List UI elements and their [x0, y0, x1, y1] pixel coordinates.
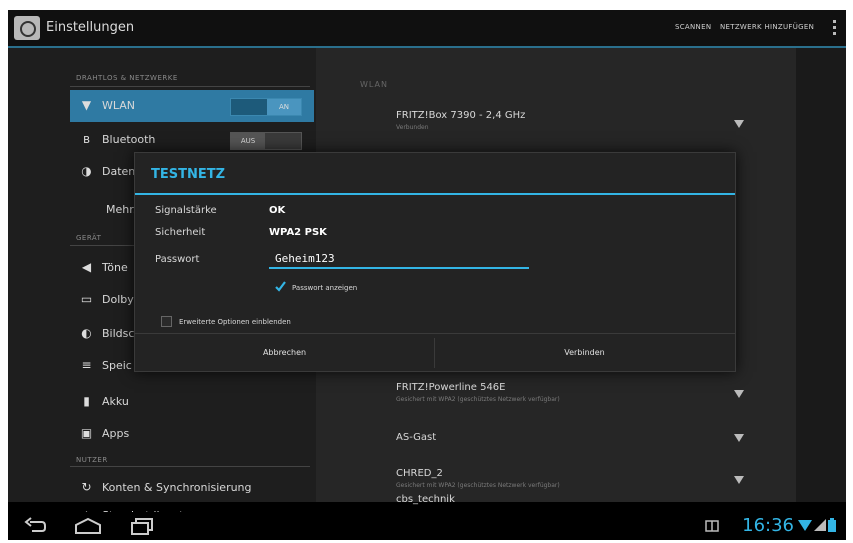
- apps-icon: ▣: [80, 426, 93, 440]
- sidebar-item-label: Akku: [102, 395, 129, 408]
- sound-icon: ◀: [81, 260, 92, 274]
- sidebar-item-label: WLAN: [102, 99, 136, 112]
- app-title: Einstellungen: [46, 20, 135, 35]
- network-name: FRITZ!Box 7390 - 2,4 GHz: [396, 110, 526, 121]
- sidebar-item-label: Dolby: [102, 293, 134, 306]
- settings-app-icon[interactable]: [14, 16, 40, 40]
- display-icon: ◐: [81, 326, 92, 340]
- network-name: AS-Gast: [396, 432, 437, 443]
- wifi-lock-icon: [734, 476, 744, 484]
- sidebar-item-label: Konten & Synchronisierung: [102, 481, 252, 494]
- network-name: FRITZ!Powerline 546E: [396, 382, 506, 393]
- section-device: GERÄT: [76, 234, 102, 242]
- sidebar-item-label: Bluetooth: [102, 133, 156, 146]
- network-item[interactable]: AS-Gast: [396, 432, 746, 443]
- security-label: Sicherheit: [155, 227, 206, 238]
- toggle-label: AN: [267, 99, 301, 115]
- wlan-toggle[interactable]: AN: [230, 98, 302, 116]
- storage-icon: ≡: [81, 358, 92, 372]
- dolby-icon: ▭: [80, 292, 93, 306]
- network-name: CHRED_2: [396, 468, 443, 479]
- toggle-label: AUS: [231, 133, 265, 149]
- wifi-lock-icon: [734, 120, 744, 128]
- dialog-title-divider: [135, 193, 735, 195]
- connect-button[interactable]: Verbinden: [435, 334, 734, 372]
- cancel-button[interactable]: Abbrechen: [135, 334, 434, 372]
- network-status: Gesichert mit WPA2 (geschütztes Netzwerk…: [396, 482, 560, 489]
- wifi-icon: [734, 434, 744, 442]
- wifi-lock-icon: [734, 390, 744, 398]
- screenshot-icon: [705, 520, 719, 532]
- action-bar: Einstellungen SCANNEN NETZWERK HINZUFÜGE…: [8, 10, 846, 48]
- recent-apps-icon[interactable]: [130, 517, 154, 535]
- dialog-title: TESTNETZ: [151, 167, 226, 182]
- sidebar-item-label: Töne: [102, 261, 128, 274]
- bluetooth-toggle[interactable]: AUS: [230, 132, 302, 150]
- scan-button[interactable]: SCANNEN: [675, 23, 711, 31]
- wifi-icon: ▼: [81, 98, 92, 112]
- section-divider: [70, 466, 310, 467]
- network-status: Verbunden: [396, 124, 429, 131]
- section-user: NUTZER: [76, 456, 108, 464]
- signal-strength-label: Signalstärke: [155, 205, 217, 216]
- sidebar-item-wlan[interactable]: ▼ WLAN AN: [70, 90, 314, 122]
- sidebar-item-label: Apps: [102, 427, 130, 440]
- show-password-checkbox[interactable]: [275, 281, 286, 292]
- section-wireless: DRAHTLOS & NETZWERKE: [76, 74, 178, 82]
- network-item[interactable]: FRITZ!Powerline 546E Gesichert mit WPA2 …: [396, 382, 746, 403]
- overflow-menu-icon[interactable]: [833, 20, 836, 36]
- add-network-button[interactable]: NETZWERK HINZUFÜGEN: [720, 23, 814, 31]
- status-clock: 16:36: [742, 515, 794, 536]
- sidebar-item-label: Speic: [102, 359, 132, 372]
- network-item[interactable]: FRITZ!Box 7390 - 2,4 GHz Verbunden: [396, 110, 746, 131]
- password-input[interactable]: [269, 249, 529, 269]
- show-password-label: Passwort anzeigen: [292, 284, 358, 292]
- battery-status-icon: [828, 518, 836, 532]
- section-divider: [70, 86, 310, 87]
- battery-icon: ▮: [83, 394, 90, 408]
- sidebar-item-label: Daten: [102, 165, 136, 178]
- wifi-status-icon: [798, 520, 812, 531]
- password-label: Passwort: [155, 254, 200, 265]
- network-item[interactable]: cbs_technik: [396, 494, 746, 505]
- navigation-bar: 16:36: [8, 512, 846, 540]
- sync-icon: ↻: [81, 480, 92, 494]
- security-value: WPA2 PSK: [269, 227, 327, 238]
- network-item[interactable]: CHRED_2 Gesichert mit WPA2 (geschütztes …: [396, 468, 746, 489]
- wlan-header: WLAN: [360, 80, 389, 89]
- bluetooth-icon: ʙ: [83, 132, 90, 146]
- advanced-options-checkbox[interactable]: [161, 316, 172, 327]
- sidebar-item-label: Bildsc: [102, 327, 135, 340]
- signal-status-icon: [814, 519, 826, 531]
- sidebar-item-apps[interactable]: ▣ Apps: [70, 418, 314, 450]
- dialog-button-bar: Abbrechen Verbinden: [135, 333, 735, 372]
- advanced-options-label: Erweiterte Optionen einblenden: [179, 318, 291, 326]
- wifi-connect-dialog: TESTNETZ Signalstärke OK Sicherheit WPA2…: [134, 152, 736, 372]
- data-usage-icon: ◑: [81, 164, 92, 178]
- sidebar-item-battery[interactable]: ▮ Akku: [70, 386, 314, 418]
- home-icon[interactable]: [74, 517, 102, 535]
- network-status: Gesichert mit WPA2 (geschütztes Netzwerk…: [396, 396, 560, 403]
- back-icon[interactable]: [24, 517, 46, 535]
- network-name: cbs_technik: [396, 494, 455, 505]
- signal-strength-value: OK: [269, 205, 286, 216]
